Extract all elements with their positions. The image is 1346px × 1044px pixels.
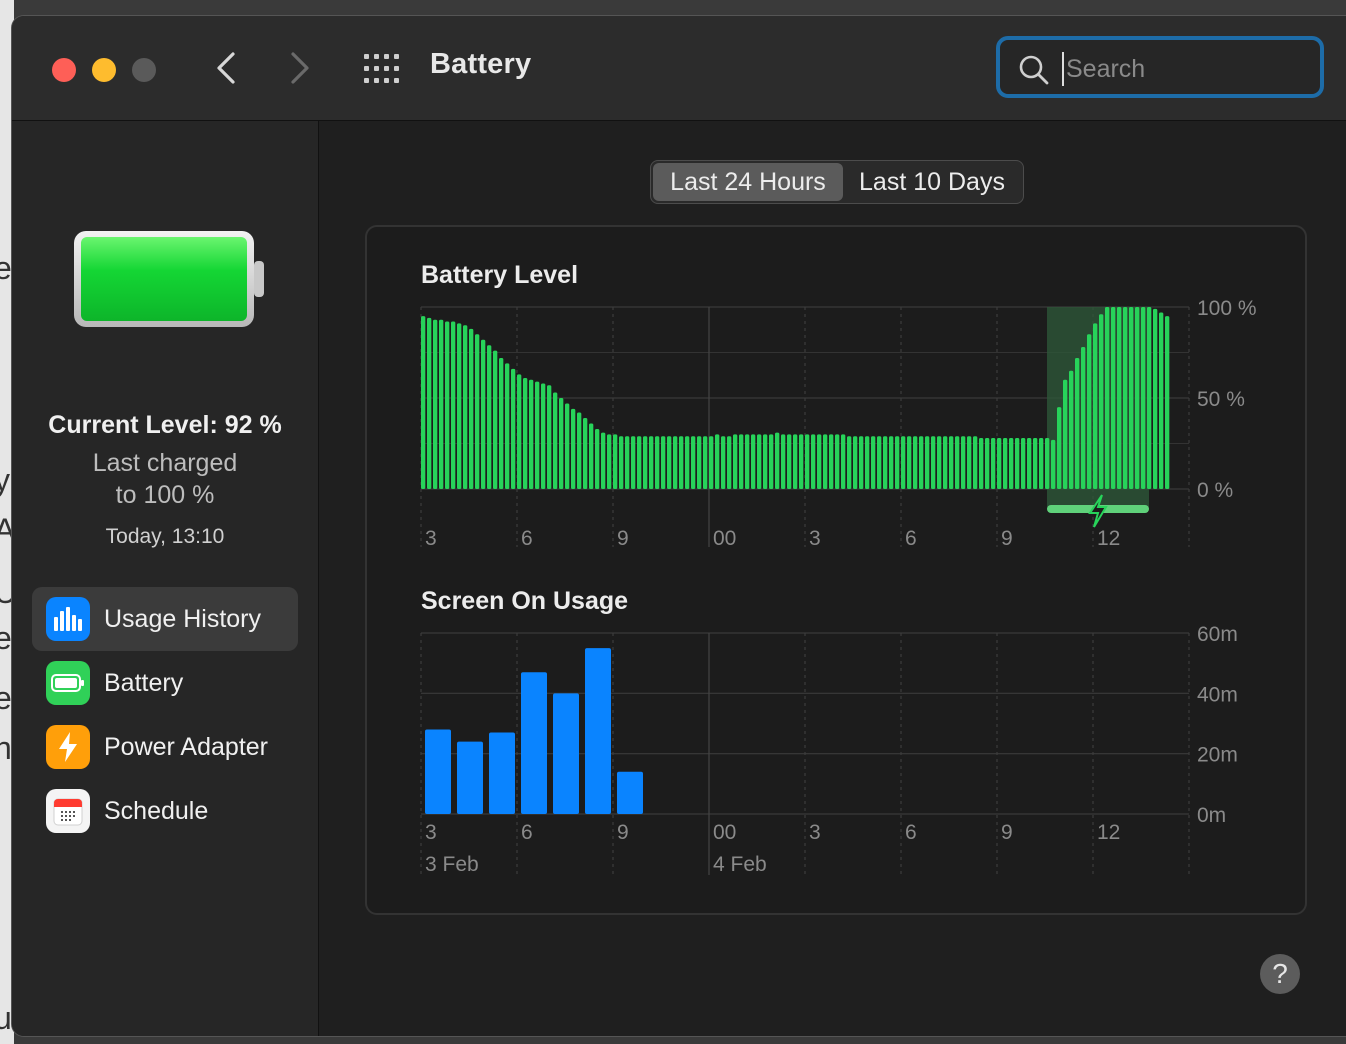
tab-last-24-hours[interactable]: Last 24 Hours (653, 163, 843, 201)
title-bar: Battery (12, 16, 1346, 121)
date-label: 3 Feb (425, 853, 479, 876)
last-charged-text: Last charged to 100 % (12, 447, 318, 511)
usage-bar (457, 741, 483, 814)
y-tick-label: 20m (1197, 744, 1238, 767)
calendar-icon (46, 789, 90, 833)
sidebar-item-label: Power Adapter (104, 732, 268, 761)
grid-icon (364, 54, 399, 83)
sidebar-item-label: Schedule (104, 796, 209, 825)
chevron-right-icon (291, 52, 309, 84)
usage-bar (553, 693, 579, 814)
search-field[interactable] (996, 36, 1324, 98)
help-button[interactable]: ? (1260, 954, 1300, 994)
sidebar-item-power-adapter[interactable]: Power Adapter (32, 715, 298, 779)
bar-chart-icon (46, 597, 90, 641)
sidebar-item-usage-history[interactable]: Usage History (32, 587, 298, 651)
y-tick-label: 0m (1197, 804, 1226, 827)
sidebar-nav: Usage History Battery Power Adapter Sche… (32, 587, 298, 843)
current-level-text: Current Level: 92 % (48, 411, 282, 439)
x-tick-label: 3 (425, 821, 437, 844)
battery-preferences-window: Battery Search Current Level: 92 % Last … (12, 16, 1346, 1036)
sidebar-item-schedule[interactable]: Schedule (32, 779, 298, 843)
window-title: Battery (430, 48, 532, 80)
close-window-button[interactable] (52, 58, 76, 82)
show-all-button[interactable] (362, 52, 402, 86)
y-tick-label: 60m (1197, 623, 1238, 646)
x-tick-label: 00 (713, 821, 736, 844)
bolt-icon (46, 725, 90, 769)
usage-bar (489, 732, 515, 814)
forward-button[interactable] (280, 46, 320, 90)
zoom-window-button[interactable] (132, 58, 156, 82)
minimize-window-button[interactable] (92, 58, 116, 82)
screen-on-usage-chart: 60m 40m 20m 0m 3 6 9 00 3 6 9 12 3 Feb 4 Feb (420, 623, 1238, 876)
chevron-left-icon (217, 52, 235, 84)
battery-level-icon (74, 231, 264, 327)
usage-bar (585, 648, 611, 814)
last-charged-time: Today, 13:10 (105, 525, 225, 548)
x-tick-label: 9 (617, 821, 629, 844)
x-tick-label: 6 (905, 821, 917, 844)
usage-bar (617, 771, 643, 814)
usage-bar (425, 729, 451, 814)
time-range-segmented-control: Last 24 Hours Last 10 Days (650, 160, 1024, 204)
last-charged-line: Last charged (92, 449, 238, 477)
x-tick-label: 6 (521, 821, 533, 844)
main-content: Last 24 Hours Last 10 Days Battery Level… (319, 121, 1346, 1036)
x-tick-label: 12 (1097, 821, 1120, 844)
date-label: 4 Feb (713, 853, 767, 876)
usage-bar (521, 672, 547, 814)
sidebar-item-battery[interactable]: Battery (32, 651, 298, 715)
search-input[interactable] (1062, 52, 1308, 86)
sidebar-item-label: Battery (104, 668, 184, 697)
x-tick-label: 9 (1001, 821, 1013, 844)
battery-icon (46, 661, 90, 705)
sidebar: Current Level: 92 % Last charged to 100 … (12, 121, 319, 1036)
tab-last-10-days[interactable]: Last 10 Days (843, 163, 1021, 201)
charts-panel: Battery Level 100 % 50 % 0 % 3 6 9 00 3 6 9 12 Scr… (365, 225, 1307, 915)
y-tick-label: 40m (1197, 683, 1238, 706)
x-tick-label: 3 (809, 821, 821, 844)
sidebar-item-label: Usage History (104, 604, 261, 633)
search-icon (1019, 55, 1049, 85)
last-charged-level: to 100 % (115, 481, 215, 509)
back-button[interactable] (206, 46, 246, 90)
